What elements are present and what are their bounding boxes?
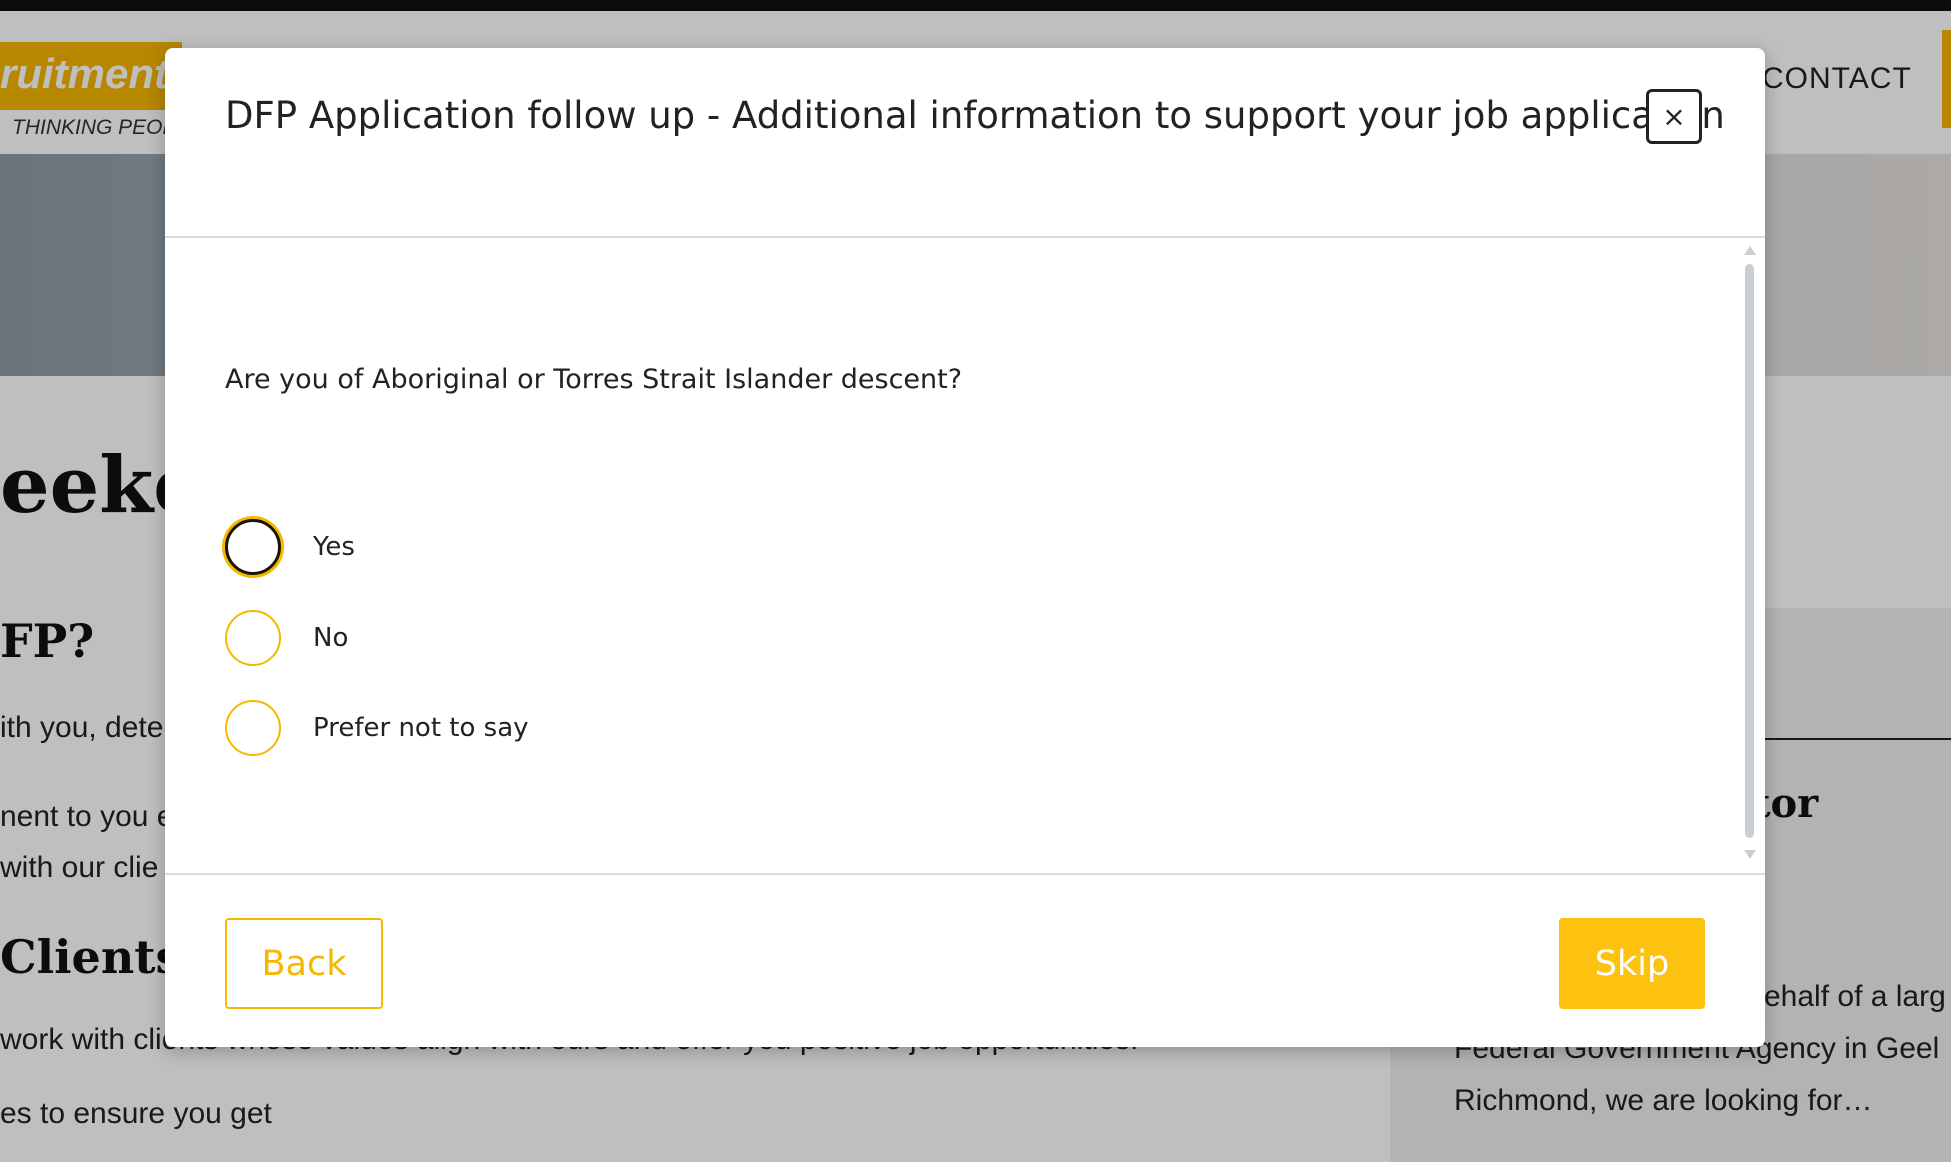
radio-option-yes[interactable]: Yes: [225, 516, 355, 578]
radio-circle[interactable]: [225, 700, 281, 756]
question-text: Are you of Aboriginal or Torres Strait I…: [225, 364, 963, 395]
scroll-down-arrow-icon[interactable]: [1744, 850, 1756, 859]
close-button[interactable]: ×: [1646, 89, 1702, 144]
modal-footer: Back Skip: [165, 873, 1765, 1047]
scrollbar-thumb[interactable]: [1745, 264, 1754, 838]
modal-dialog: DFP Application follow up - Additional i…: [165, 48, 1765, 1047]
modal-scrollbar[interactable]: [1743, 238, 1757, 868]
modal-body[interactable]: Are you of Aboriginal or Torres Strait I…: [165, 238, 1765, 874]
radio-circle[interactable]: [225, 519, 281, 575]
radio-circle[interactable]: [225, 610, 281, 666]
modal-title: DFP Application follow up - Additional i…: [225, 94, 1725, 137]
radio-label-no: No: [313, 623, 349, 653]
radio-label-yes: Yes: [313, 532, 355, 562]
skip-button[interactable]: Skip: [1559, 918, 1705, 1009]
radio-option-no[interactable]: No: [225, 607, 348, 669]
radio-option-prefer-not[interactable]: Prefer not to say: [225, 697, 529, 759]
back-button[interactable]: Back: [225, 918, 383, 1009]
scroll-up-arrow-icon[interactable]: [1744, 246, 1756, 255]
modal-header: DFP Application follow up - Additional i…: [165, 48, 1765, 238]
close-icon: ×: [1662, 100, 1686, 133]
radio-label-prefer-not: Prefer not to say: [313, 713, 529, 743]
